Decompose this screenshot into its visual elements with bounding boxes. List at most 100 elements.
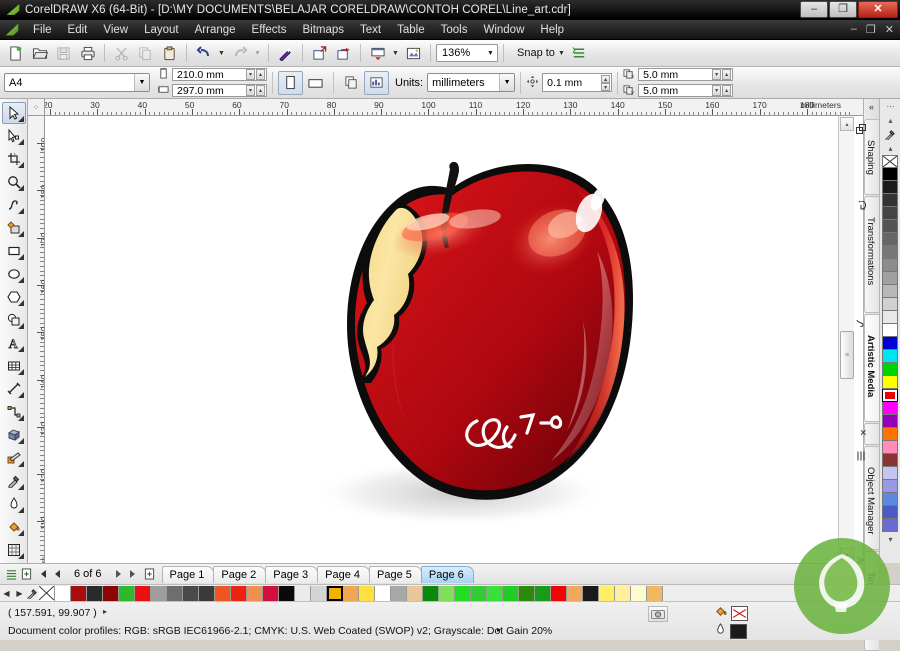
- palette-scroll-down-button[interactable]: ▾: [880, 532, 900, 546]
- palette-swatch[interactable]: [471, 586, 487, 601]
- page-height-spinner[interactable]: ▾▴: [246, 85, 265, 96]
- palette-swatch[interactable]: [503, 586, 519, 601]
- publish-pdf-icon[interactable]: [366, 42, 389, 64]
- magic-wand-icon[interactable]: [274, 42, 297, 64]
- page-width-spinner[interactable]: ▾▴: [246, 69, 265, 80]
- palette-swatch[interactable]: [599, 586, 615, 601]
- page-tab-2[interactable]: Page 2: [213, 566, 266, 583]
- page-height-field[interactable]: 297.0 mm ▾▴: [172, 84, 267, 97]
- fill-color-swatch[interactable]: [731, 606, 748, 621]
- menu-item-window[interactable]: Window: [475, 22, 532, 38]
- crop-tool[interactable]: [2, 148, 26, 170]
- outline-color-swatch[interactable]: [730, 624, 747, 639]
- snap-to-dropdown-icon[interactable]: ▼: [556, 42, 567, 64]
- palette-swatch[interactable]: [882, 389, 898, 402]
- launch-app-icon[interactable]: [402, 42, 425, 64]
- page-tab-5[interactable]: Page 5: [369, 566, 422, 583]
- prev-page-icon[interactable]: [49, 567, 64, 582]
- menu-item-layout[interactable]: Layout: [136, 22, 187, 38]
- palette-swatch[interactable]: [631, 586, 647, 601]
- fill-tool[interactable]: [2, 516, 26, 538]
- menu-item-view[interactable]: View: [95, 22, 136, 38]
- coordinates-expand-arrow[interactable]: ▸: [103, 607, 107, 616]
- zoom-tool[interactable]: [2, 171, 26, 193]
- palette-swatch[interactable]: [882, 311, 898, 324]
- chevron-down-icon[interactable]: ▼: [134, 74, 149, 91]
- no-color-x-icon[interactable]: [39, 586, 55, 601]
- palette-swatch[interactable]: [439, 586, 455, 601]
- palette-swatch[interactable]: [135, 586, 151, 601]
- palette-swatch[interactable]: [279, 586, 295, 601]
- chevron-down-icon[interactable]: ▼: [484, 50, 497, 57]
- palette-swatch[interactable]: [311, 586, 327, 601]
- first-page-icon[interactable]: [34, 567, 49, 582]
- docker-close-button[interactable]: ✕: [864, 423, 879, 445]
- doc-restore-button[interactable]: ❐: [866, 23, 876, 36]
- undo-arrow-icon[interactable]: [192, 42, 215, 64]
- interactive-fill-tool[interactable]: [2, 539, 26, 561]
- bottom-color-palette[interactable]: ◀ ▶: [0, 584, 900, 601]
- palette-swatch[interactable]: [551, 586, 567, 601]
- redo-dropdown-icon[interactable]: ▼: [252, 42, 263, 64]
- new-page-icon[interactable]: [4, 42, 27, 64]
- menu-item-arrange[interactable]: Arrange: [187, 22, 244, 38]
- palette-swatch[interactable]: [343, 586, 359, 601]
- eyedropper-tool[interactable]: [2, 470, 26, 492]
- snap-to-label[interactable]: Snap to: [517, 47, 555, 59]
- docker-tab-artistic-media[interactable]: Artistic Media: [864, 314, 879, 422]
- freehand-curve-icon[interactable]: [2, 194, 26, 216]
- scroll-down-button[interactable]: ▾: [840, 548, 854, 562]
- maximize-button[interactable]: ❐: [829, 1, 857, 18]
- menu-item-edit[interactable]: Edit: [60, 22, 96, 38]
- palette-swatch[interactable]: [263, 586, 279, 601]
- table-tool[interactable]: [2, 355, 26, 377]
- palette-swatch[interactable]: [55, 586, 71, 601]
- palette-swatch[interactable]: [423, 586, 439, 601]
- connector-tool[interactable]: [2, 401, 26, 423]
- palette-swatch[interactable]: [487, 586, 503, 601]
- duplicate-distance-x-field[interactable]: 5.0 mm ▾▴: [638, 68, 733, 81]
- palette-swatch[interactable]: [882, 415, 898, 428]
- palette-drag-handle[interactable]: ⋯: [880, 99, 900, 113]
- palette-swatch[interactable]: [215, 586, 231, 601]
- smart-fill-tool[interactable]: [2, 217, 26, 239]
- palette-swatch[interactable]: [882, 259, 898, 272]
- transparency-tool[interactable]: [2, 447, 26, 469]
- duplicate-y-spinner[interactable]: ▾▴: [712, 85, 731, 96]
- palette-swatch[interactable]: [535, 586, 551, 601]
- floppy-save-icon[interactable]: [52, 42, 75, 64]
- palette-swatch[interactable]: [231, 586, 247, 601]
- right-color-palette[interactable]: ⋯ ▴ ▴ ▾: [879, 99, 900, 563]
- polygon-tool[interactable]: [2, 286, 26, 308]
- palette-swatch[interactable]: [882, 441, 898, 454]
- shape-tool[interactable]: [2, 125, 26, 147]
- palette-swatch[interactable]: [882, 428, 898, 441]
- folder-open-icon[interactable]: [28, 42, 51, 64]
- undo-dropdown-icon[interactable]: ▼: [216, 42, 227, 64]
- page-options-icon[interactable]: [4, 567, 19, 582]
- palette-swatch[interactable]: [882, 363, 898, 376]
- scissors-icon[interactable]: [110, 42, 133, 64]
- publish-dropdown-icon[interactable]: ▼: [390, 42, 401, 64]
- paper-type-combo[interactable]: A4 ▼: [4, 73, 150, 92]
- palette-swatch[interactable]: [567, 586, 583, 601]
- menu-item-file[interactable]: File: [25, 22, 60, 38]
- eyedropper-icon[interactable]: [26, 586, 39, 601]
- drawing-canvas[interactable]: [45, 116, 863, 563]
- palette-swatch[interactable]: [882, 467, 898, 480]
- import-icon[interactable]: [308, 42, 331, 64]
- landscape-orientation-icon[interactable]: [303, 71, 328, 95]
- minimize-button[interactable]: –: [800, 1, 828, 18]
- palette-swatch[interactable]: [295, 586, 311, 601]
- palette-swatch[interactable]: [359, 586, 375, 601]
- docker-tab-shaping[interactable]: Shaping: [864, 119, 879, 195]
- docker-tab-transformations[interactable]: Transformations: [864, 196, 879, 313]
- dimension-tool[interactable]: [2, 378, 26, 400]
- menu-item-table[interactable]: Table: [389, 22, 433, 38]
- units-combo[interactable]: millimeters ▼: [427, 73, 515, 92]
- palette-swatch[interactable]: [199, 586, 215, 601]
- palette-scroll-up-button[interactable]: ▴: [880, 113, 900, 127]
- apply-current-page-icon[interactable]: [364, 71, 389, 95]
- palette-swatch[interactable]: [882, 324, 898, 337]
- menu-item-bitmaps[interactable]: Bitmaps: [294, 22, 352, 38]
